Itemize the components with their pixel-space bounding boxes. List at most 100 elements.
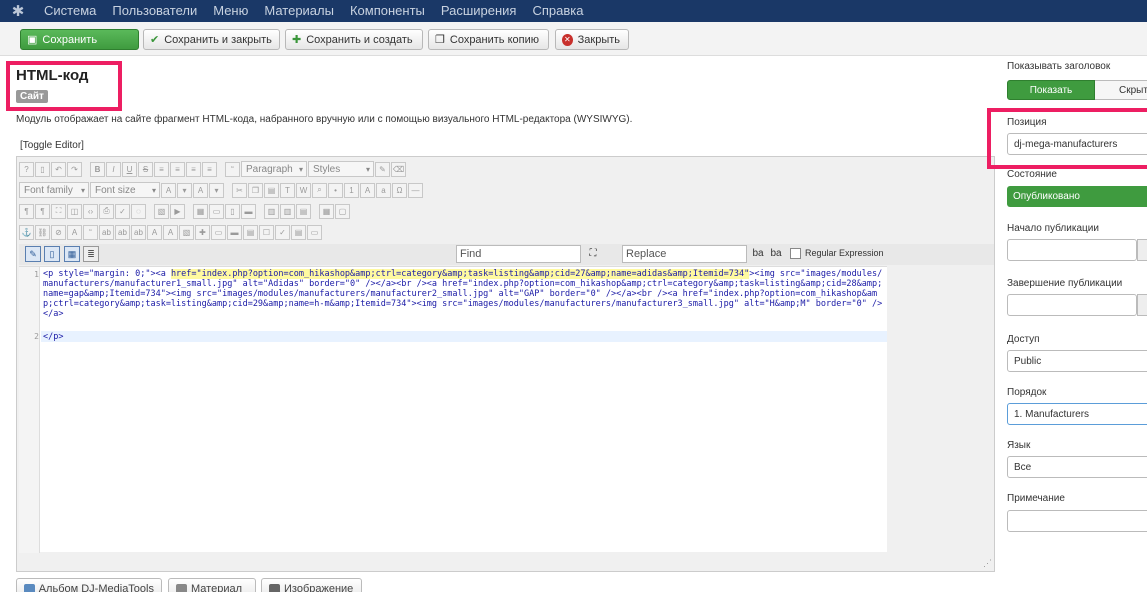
insert-date-icon[interactable]: ✓ xyxy=(275,224,290,240)
insert-column-icon[interactable]: ▥ xyxy=(264,203,279,219)
preview-icon[interactable]: ◫ xyxy=(67,203,82,219)
publish-up-input[interactable] xyxy=(1007,239,1137,261)
font-grow-icon[interactable]: A xyxy=(360,182,375,198)
table-insert-icon[interactable]: ▦ xyxy=(193,203,208,219)
media-icon[interactable]: ▶ xyxy=(170,203,185,219)
nav-item-components[interactable]: Компоненты xyxy=(342,0,433,22)
state-select[interactable]: Опубликовано xyxy=(1007,186,1147,207)
grid-icon[interactable]: ▦ xyxy=(319,203,334,219)
numbered-list-icon[interactable]: 1 xyxy=(344,182,359,198)
table-delete-icon[interactable]: ▬ xyxy=(241,203,256,219)
nav-item-content[interactable]: Материалы xyxy=(256,0,342,22)
styles-select[interactable]: Styles xyxy=(308,161,374,177)
text-color-dropdown-icon[interactable]: ▾ xyxy=(177,182,192,198)
article-button[interactable]: Материал xyxy=(168,578,256,592)
publish-up-calendar-icon[interactable] xyxy=(1137,239,1147,261)
anchor-icon[interactable]: ⚓ xyxy=(19,224,34,240)
del-icon[interactable]: A xyxy=(147,224,162,240)
joomla-logo-icon[interactable]: ✱ xyxy=(0,0,36,22)
readmore-icon[interactable]: ▬ xyxy=(227,224,242,240)
pagebreak-icon[interactable]: ▭ xyxy=(211,224,226,240)
paragraph-ltr-icon[interactable]: ¶ xyxy=(19,203,34,219)
italic-icon[interactable]: I xyxy=(106,161,121,177)
link-icon[interactable]: ⛓ xyxy=(35,224,50,240)
format-code-icon[interactable]: ▯ xyxy=(44,246,60,262)
horizontal-rule-icon[interactable]: — xyxy=(408,182,423,198)
font-family-select[interactable]: Font family xyxy=(19,182,89,198)
copy-icon[interactable]: ❐ xyxy=(248,182,263,198)
text-color-icon[interactable]: A xyxy=(161,182,176,198)
find-binoculars-icon[interactable]: ⛶ xyxy=(586,246,600,261)
code-area[interactable]: 1 2 <p style="margin: 0;"><a href="index… xyxy=(19,266,887,553)
ordering-select[interactable]: 1. Manufacturers xyxy=(1007,403,1147,425)
nav-item-help[interactable]: Справка xyxy=(524,0,591,22)
layer-toggle-icon[interactable]: ▭ xyxy=(307,224,322,240)
note-input[interactable] xyxy=(1007,510,1147,532)
code-view-icon[interactable]: ‹› xyxy=(83,203,98,219)
abbr-icon[interactable]: A xyxy=(67,224,82,240)
nav-item-users[interactable]: Пользователи xyxy=(104,0,205,22)
resize-grip-icon[interactable]: ⋰ xyxy=(983,558,992,569)
paste-word-icon[interactable]: W xyxy=(296,182,311,198)
strikethrough-icon[interactable]: S xyxy=(138,161,153,177)
table-col-icon[interactable]: ▯ xyxy=(225,203,240,219)
acronym-icon[interactable]: ab xyxy=(99,224,114,240)
save-button[interactable]: ▣ Сохранить xyxy=(20,29,139,50)
font-shrink-icon[interactable]: a xyxy=(376,182,391,198)
font-size-select[interactable]: Font size xyxy=(90,182,160,198)
layer-icon[interactable]: ▢ xyxy=(335,203,350,219)
underline-icon[interactable]: U xyxy=(122,161,137,177)
help-icon[interactable]: ? xyxy=(19,161,34,177)
unlink-icon[interactable]: ⊘ xyxy=(51,224,66,240)
fullscreen-icon[interactable]: ⛶ xyxy=(51,203,66,219)
special-char-icon[interactable]: Ω xyxy=(392,182,407,198)
paragraph-select[interactable]: Paragraph xyxy=(241,161,307,177)
insert-time-icon[interactable]: ▤ xyxy=(291,224,306,240)
spellcheck-icon[interactable]: ✓ xyxy=(115,203,130,219)
ins-icon[interactable]: ab xyxy=(131,224,146,240)
cite-icon[interactable]: “ xyxy=(83,224,98,240)
image-button[interactable]: Изображение xyxy=(261,578,362,592)
nav-item-extensions[interactable]: Расширения xyxy=(433,0,525,22)
show-title-show-button[interactable]: Показать xyxy=(1007,80,1095,100)
eraser-icon[interactable]: ⌫ xyxy=(391,161,406,177)
align-right-icon[interactable]: ≡ xyxy=(186,161,201,177)
find-input[interactable]: Find xyxy=(456,245,581,263)
search-replace-icon[interactable]: ⌕ xyxy=(312,182,327,198)
nonbreaking-icon[interactable]: ✚ xyxy=(195,224,210,240)
undo-icon[interactable]: ↶ xyxy=(51,161,66,177)
publish-down-input[interactable] xyxy=(1007,294,1137,316)
image-icon[interactable]: ▧ xyxy=(154,203,169,219)
paste-text-icon[interactable]: T xyxy=(280,182,295,198)
blockquote-icon[interactable]: “ xyxy=(225,161,240,177)
style-props-icon[interactable]: ▤ xyxy=(243,224,258,240)
visual-aid-icon[interactable]: ◌ xyxy=(131,203,146,219)
replace-icon[interactable]: ba xyxy=(751,246,765,261)
abc-icon[interactable]: ab xyxy=(115,224,130,240)
regex-checkbox[interactable] xyxy=(790,248,801,259)
template-icon[interactable]: ▧ xyxy=(179,224,194,240)
replace-all-icon[interactable]: ba xyxy=(769,246,783,261)
align-justify-icon[interactable]: ≡ xyxy=(202,161,217,177)
wrap-lines-icon[interactable]: ✎ xyxy=(25,246,41,262)
publish-down-calendar-icon[interactable] xyxy=(1137,294,1147,316)
nav-item-system[interactable]: Система xyxy=(36,0,104,22)
split-cell-icon[interactable]: ▤ xyxy=(296,203,311,219)
toggle-editor-link[interactable]: [Toggle Editor] xyxy=(20,140,84,151)
background-color-icon[interactable]: A xyxy=(193,182,208,198)
auto-complete-icon[interactable]: ≣ xyxy=(83,246,99,262)
new-document-icon[interactable]: ▯ xyxy=(35,161,50,177)
album-button[interactable]: Альбом DJ-MediaTools xyxy=(16,578,162,592)
paragraph-rtl-icon[interactable]: ¶ xyxy=(35,203,50,219)
pencil-icon[interactable]: ✎ xyxy=(375,161,390,177)
paste-icon[interactable]: ▤ xyxy=(264,182,279,198)
print-icon[interactable]: ⎙ xyxy=(99,203,114,219)
save-and-new-button[interactable]: ✚ Сохранить и создать xyxy=(285,29,423,50)
align-center-icon[interactable]: ≡ xyxy=(170,161,185,177)
show-title-hide-button[interactable]: Скрыть xyxy=(1095,80,1147,100)
toggle-blocks-icon[interactable]: ☐ xyxy=(259,224,274,240)
background-color-dropdown-icon[interactable]: ▾ xyxy=(209,182,224,198)
language-select[interactable]: Все xyxy=(1007,456,1147,478)
save-as-copy-button[interactable]: ❐ Сохранить копию xyxy=(428,29,549,50)
table-row-icon[interactable]: ▭ xyxy=(209,203,224,219)
